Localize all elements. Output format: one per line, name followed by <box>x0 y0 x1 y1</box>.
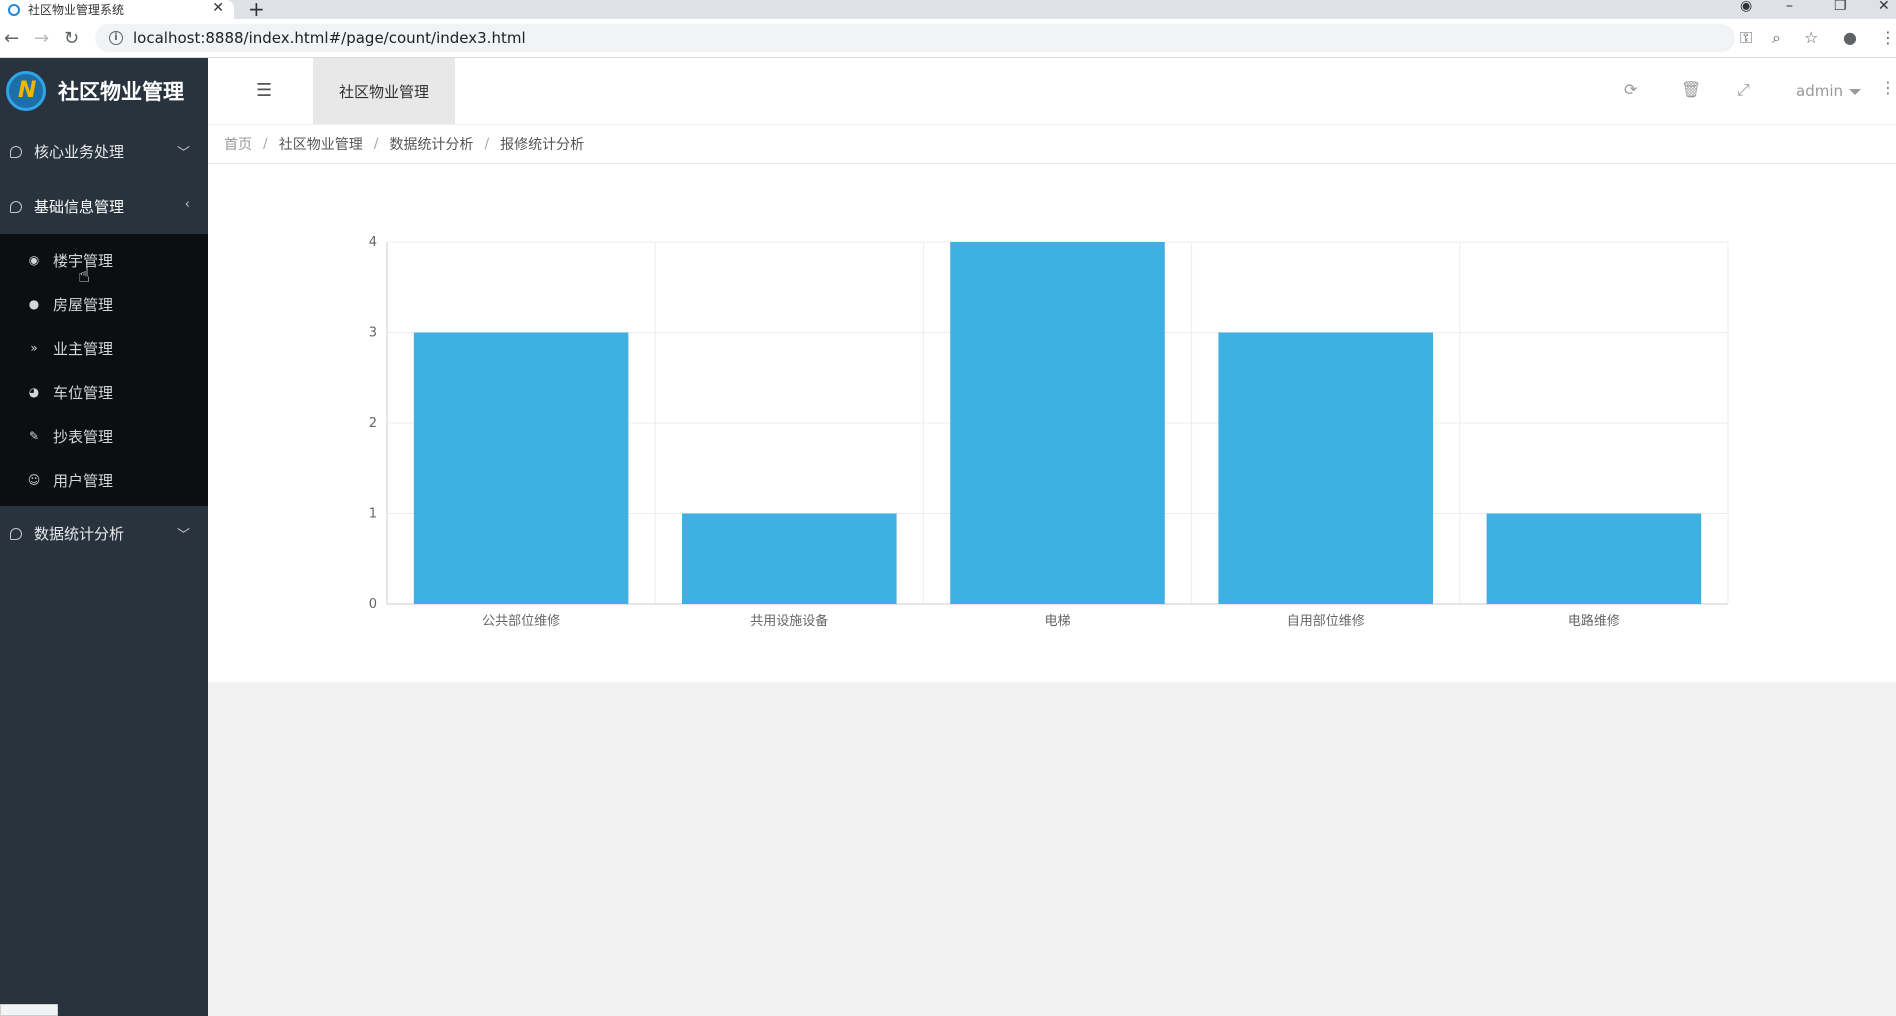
breadcrumb-current: 报修统计分析 <box>500 137 585 153</box>
submenu-label: 房屋管理 <box>53 295 114 314</box>
submenu-label: 用户管理 <box>53 471 114 490</box>
submenu-meter[interactable]: ✎ 抄表管理 <box>0 414 208 458</box>
reload-icon[interactable]: ↻ <box>64 28 79 49</box>
account-icon[interactable]: ● <box>1843 28 1857 47</box>
new-tab-icon[interactable]: + <box>248 0 265 21</box>
sidebar-toggle-icon[interactable]: ☰ <box>256 80 272 101</box>
x-tick-label: 公共部位维修 <box>482 614 560 629</box>
back-icon[interactable]: ← <box>4 28 19 49</box>
status-tooltip <box>0 1004 58 1016</box>
submenu-owner[interactable]: » 业主管理 <box>0 326 208 370</box>
favicon-icon <box>8 3 20 16</box>
url-text: localhost:8888/index.html#/page/count/in… <box>133 29 526 47</box>
target-circle-icon: ◉ <box>28 253 40 267</box>
x-tick-label: 电路维修 <box>1568 613 1620 629</box>
y-tick-label: 1 <box>369 507 377 522</box>
edit-icon: ✎ <box>28 429 40 443</box>
fullscreen-icon[interactable]: ⤢ <box>1737 80 1750 100</box>
tab-label: 社区物业管理 <box>338 82 429 101</box>
double-chevron-down-icon: » <box>30 341 38 355</box>
restore-icon[interactable]: ❐ <box>1834 0 1847 14</box>
url-input[interactable]: i localhost:8888/index.html#/page/count/… <box>95 24 1735 52</box>
bookmark-star-icon[interactable]: ☆ <box>1804 28 1818 47</box>
caret-down-icon <box>1849 88 1861 95</box>
menu-statistics[interactable]: 数据统计分析 ﹀ <box>0 506 208 561</box>
y-tick-label: 0 <box>369 597 377 612</box>
refresh-icon[interactable]: ⟳ <box>1624 80 1637 99</box>
submenu-building[interactable]: ◉ 楼宇管理 <box>0 238 208 282</box>
key-icon[interactable]: ⚿ <box>1740 28 1752 48</box>
chart-panel: 0 1 2 3 4 公共部位维修 共用设施设备 电梯 自用部位维修 电路维修 <box>208 164 1896 682</box>
zoom-icon[interactable]: ⌕ <box>1772 28 1781 48</box>
submenu-user[interactable]: ☺ 用户管理 <box>0 458 208 502</box>
profile-menu-icon[interactable]: ◉ <box>1740 0 1752 14</box>
top-header: ☰ 社区物业管理 ⟳ 🗑 ⤢ admin ⋮ <box>208 58 1896 125</box>
site-info-icon[interactable]: i <box>109 31 123 45</box>
more-options-icon[interactable]: ⋮ <box>1880 78 1896 97</box>
submenu-label: 业主管理 <box>53 339 114 358</box>
y-tick-label: 3 <box>369 326 377 341</box>
browser-tabstrip: 社区物业管理系统 ✕ + ◉ – ❐ ✕ <box>0 0 1896 21</box>
menu-bullet-icon <box>10 200 22 213</box>
x-tick-label: 自用部位维修 <box>1287 614 1365 629</box>
browser-menu-icon[interactable]: ⋮ <box>1880 28 1896 47</box>
breadcrumb-item[interactable]: 社区物业管理 <box>279 134 363 154</box>
menu-label: 数据统计分析 <box>34 525 125 543</box>
chevron-down-icon: ﹀ <box>176 528 190 543</box>
submenu-parking[interactable]: ◕ 车位管理 <box>0 370 208 414</box>
brand[interactable]: 社区物业管理 <box>0 58 208 124</box>
tab-community-property[interactable]: 社区物业管理 <box>313 58 455 124</box>
hand-cursor-icon: ☝ <box>78 263 91 287</box>
menu-core-business[interactable]: 核心业务处理 ﹀ <box>0 124 208 179</box>
basic-info-submenu: ◉ 楼宇管理 ● 房屋管理 » 业主管理 ◕ 车位管理 ✎ 抄表管理 ☺ 用户管… <box>0 234 208 506</box>
submenu-house[interactable]: ● 房屋管理 <box>0 282 208 326</box>
close-tab-icon[interactable]: ✕ <box>212 0 224 16</box>
breadcrumb-item[interactable]: 数据统计分析 <box>389 134 473 154</box>
y-tick-label: 2 <box>369 416 377 431</box>
logo-icon <box>6 71 46 111</box>
submenu-label: 车位管理 <box>53 383 114 402</box>
username: admin <box>1796 82 1843 100</box>
x-tick-label: 共用设施设备 <box>750 613 828 629</box>
address-bar: ← → ↻ i localhost:8888/index.html#/page/… <box>0 19 1896 58</box>
menu-bullet-icon <box>10 145 22 158</box>
repair-statistics-chart: 0 1 2 3 4 公共部位维修 共用设施设备 电梯 自用部位维修 电路维修 <box>369 235 1729 629</box>
menu-label: 基础信息管理 <box>34 198 125 216</box>
chevron-down-icon: ﹀ <box>176 146 190 161</box>
y-tick-label: 4 <box>369 235 377 250</box>
bar-5 <box>1486 513 1702 604</box>
bar-4 <box>1218 332 1433 604</box>
chevron-left-icon: ‹ <box>184 197 190 212</box>
trash-icon[interactable]: 🗑 <box>1681 80 1701 99</box>
user-circle-icon: ☺ <box>27 473 41 487</box>
breadcrumb-home[interactable]: 首页 <box>224 134 252 154</box>
browser-tab-title: 社区物业管理系统 <box>28 3 125 17</box>
x-tick-label: 电梯 <box>1044 614 1070 629</box>
close-window-icon[interactable]: ✕ <box>1878 0 1890 14</box>
forward-icon[interactable]: → <box>34 28 49 49</box>
sidebar: 社区物业管理 核心业务处理 ﹀ 基础信息管理 ‹ ◉ 楼宇管理 ● 房屋管理 »… <box>0 58 208 1016</box>
submenu-label: 抄表管理 <box>53 427 114 446</box>
bar-2 <box>682 513 897 604</box>
bar-1 <box>413 332 629 604</box>
minimize-icon[interactable]: – <box>1786 0 1793 14</box>
dashboard-icon: ◕ <box>28 385 40 399</box>
user-menu[interactable]: admin <box>1796 82 1861 100</box>
menu-bullet-icon <box>10 527 22 540</box>
brand-title: 社区物业管理 <box>58 80 184 104</box>
browser-tab[interactable]: 社区物业管理系统 ✕ <box>0 0 234 19</box>
menu-basic-info[interactable]: 基础信息管理 ‹ <box>0 179 208 234</box>
bar-3 <box>950 242 1165 604</box>
breadcrumb: 首页 / 社区物业管理 / 数据统计分析 / 报修统计分析 <box>208 125 1896 164</box>
menu-label: 核心业务处理 <box>34 143 125 161</box>
compass-icon: ● <box>28 297 40 311</box>
